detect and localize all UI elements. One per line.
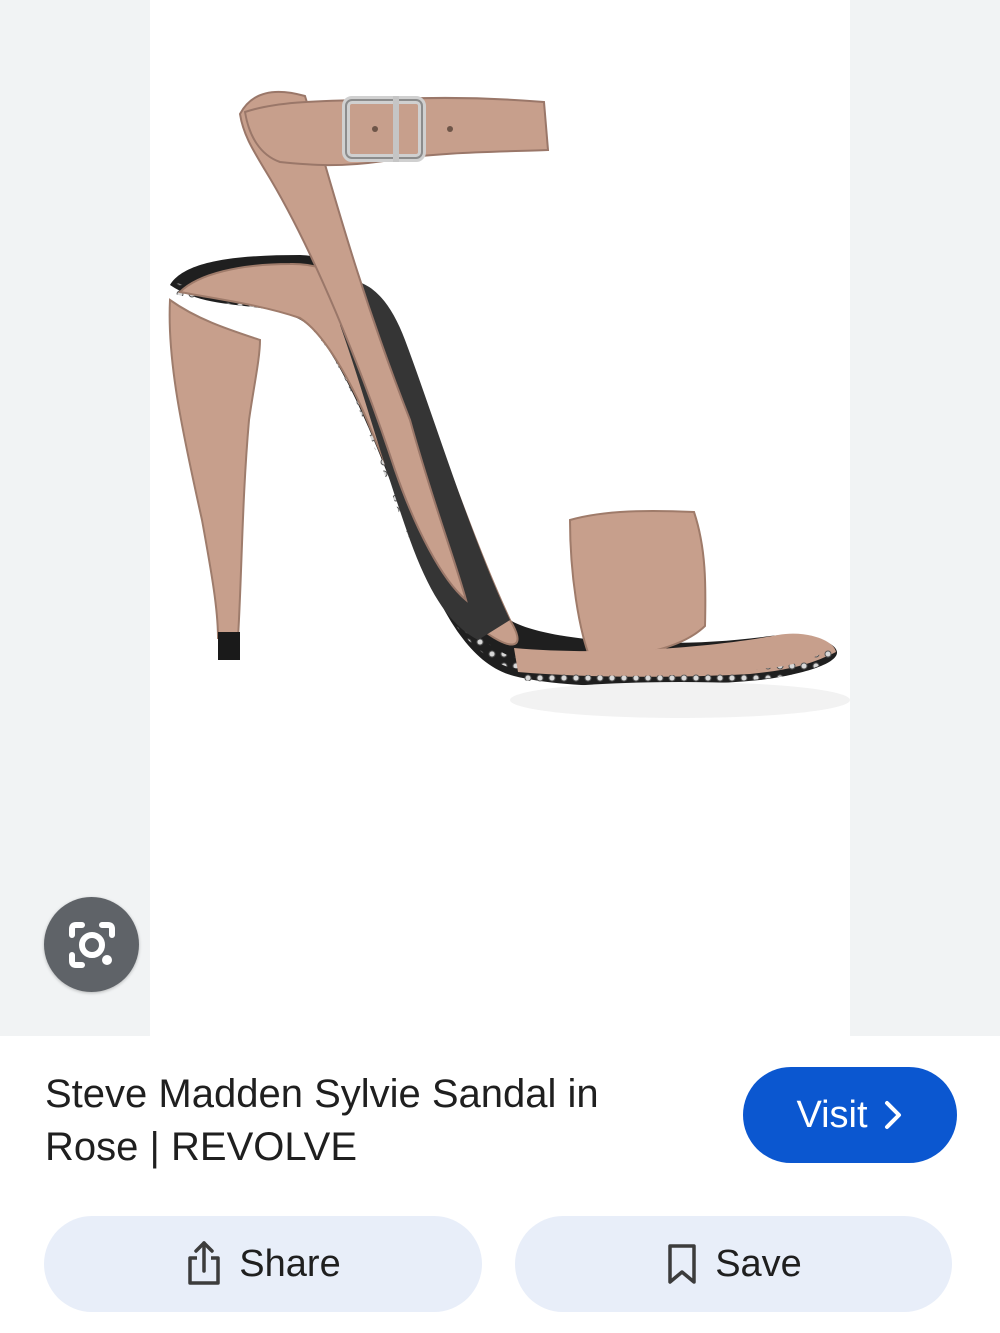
share-icon <box>185 1240 223 1288</box>
bookmark-icon <box>665 1242 699 1286</box>
share-button[interactable]: Share <box>44 1216 482 1312</box>
save-label: Save <box>715 1242 802 1285</box>
result-title: Steve Madden Sylvie Sandal in Rose | REV… <box>45 1072 599 1169</box>
google-lens-button[interactable] <box>44 897 139 992</box>
share-label: Share <box>239 1242 341 1285</box>
save-button[interactable]: Save <box>515 1216 952 1312</box>
visit-label: Visit <box>796 1093 868 1136</box>
image-viewer <box>0 0 1000 1036</box>
sandal-image <box>168 91 850 718</box>
product-image-panel[interactable] <box>150 0 850 1036</box>
chevron-right-icon <box>882 1098 904 1132</box>
visit-button[interactable]: Visit <box>743 1067 957 1163</box>
google-lens-icon <box>64 917 120 973</box>
